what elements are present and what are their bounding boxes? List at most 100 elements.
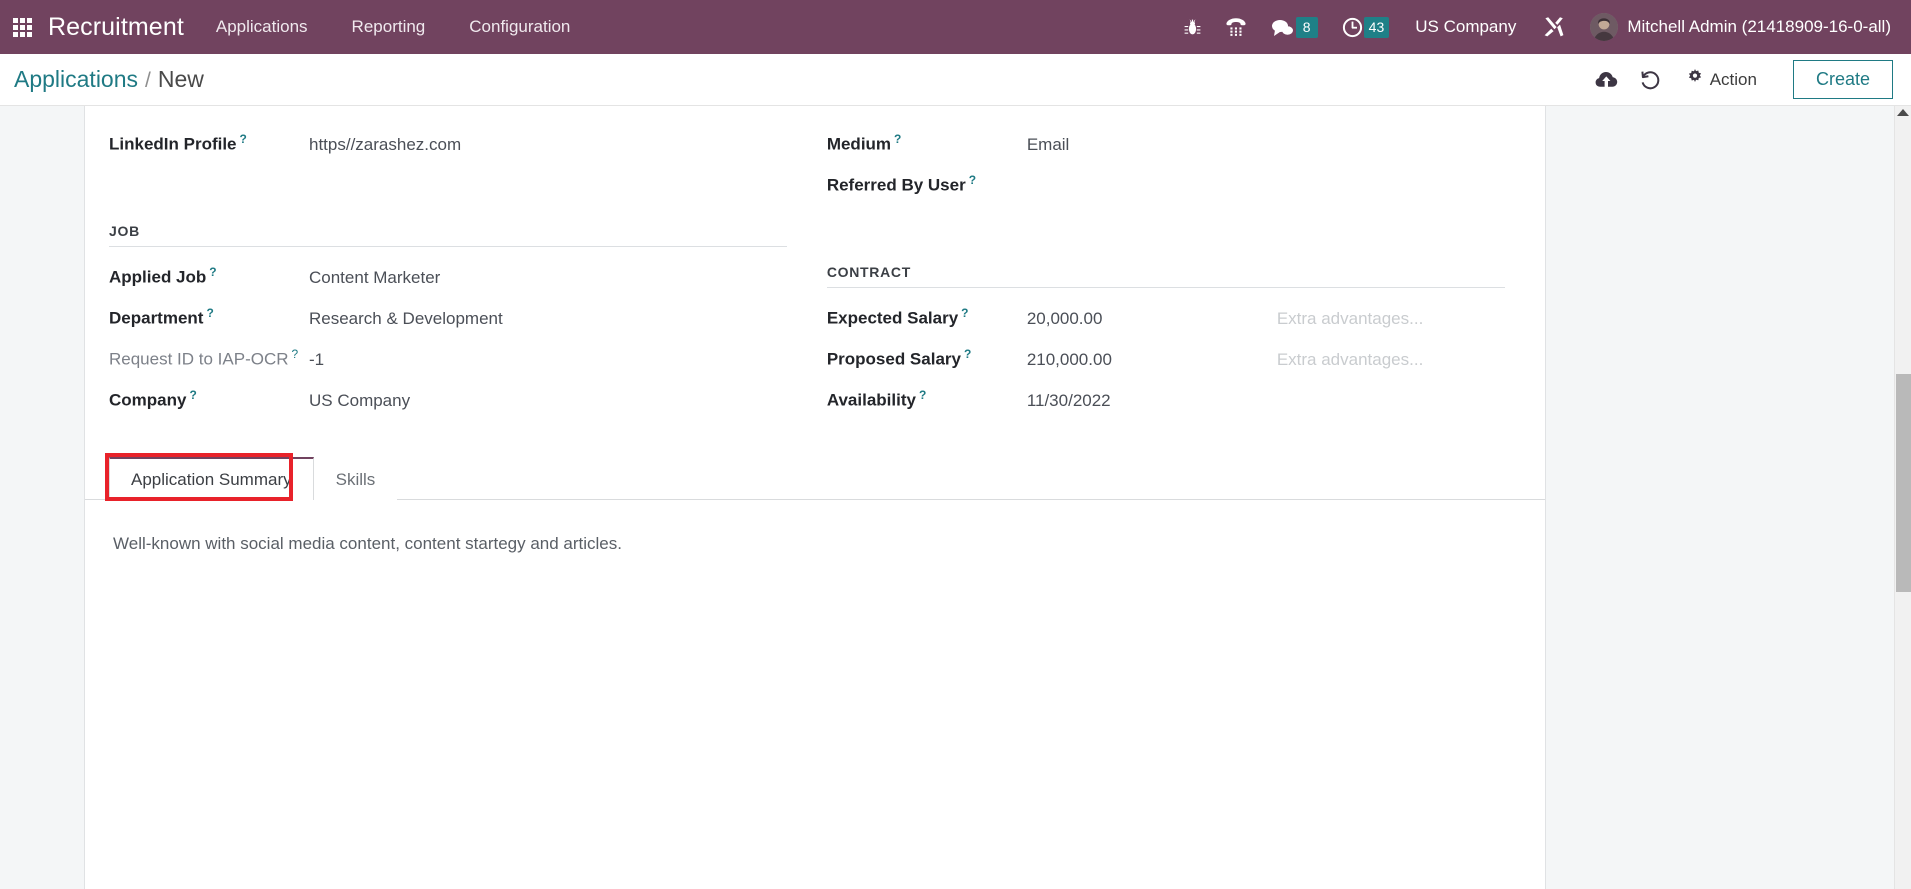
field-value-expected-salary[interactable]: 20,000.00 (1027, 309, 1277, 329)
scroll-up-arrow-icon[interactable] (1897, 109, 1909, 116)
right-column-spacer (827, 210, 1505, 264)
tools-wrench-icon[interactable] (1530, 0, 1578, 54)
activities-badge-count: 43 (1363, 16, 1390, 38)
create-button[interactable]: Create (1792, 60, 1893, 99)
messages-badge-count: 8 (1295, 16, 1318, 38)
label-text: Proposed Salary (826, 349, 961, 369)
apps-grid-glyph (12, 17, 32, 37)
breadcrumb-item-new: New (157, 66, 204, 92)
user-menu[interactable]: Mitchell Admin (21418909-16-0-all) (1578, 0, 1897, 54)
label-text: Request ID to IAP-OCR (109, 349, 289, 369)
field-value-linkedin-profile[interactable]: https//zarashez.com (309, 135, 787, 155)
help-icon[interactable]: ? (292, 347, 299, 361)
field-label-referred-by-user: Referred By User? (827, 173, 1027, 196)
tab-pane-application-summary[interactable]: Well-known with social media content, co… (85, 500, 1545, 750)
navbar-right-tools: 8 43 US Company Mitchell Admin (21418909… (1172, 0, 1897, 54)
phone-icon[interactable] (1213, 0, 1259, 54)
undo-discard-icon[interactable] (1631, 62, 1671, 98)
help-icon[interactable]: ? (969, 173, 976, 187)
label-text: LinkedIn Profile (109, 134, 237, 154)
field-applied-job[interactable]: Applied Job? Content Marketer (109, 261, 787, 302)
application-form-sheet: LinkedIn Profile? https//zarashez.com JO… (85, 106, 1546, 889)
menu-item-applications[interactable]: Applications (194, 0, 330, 54)
control-panel-actions: Action Create (1587, 60, 1893, 99)
field-label-applied-job: Applied Job? (109, 265, 309, 288)
vertical-scroll-thumb[interactable] (1896, 374, 1911, 592)
tab-skills[interactable]: Skills (313, 458, 398, 500)
help-icon[interactable]: ? (961, 306, 968, 320)
field-department[interactable]: Department? Research & Development (109, 302, 787, 343)
left-column-spacer (109, 169, 787, 223)
field-linkedin-profile[interactable]: LinkedIn Profile? https//zarashez.com (109, 128, 787, 169)
help-icon[interactable]: ? (206, 306, 213, 320)
field-label-medium: Medium? (827, 132, 1027, 155)
messages-icon[interactable]: 8 (1259, 0, 1330, 54)
field-label-department: Department? (109, 306, 309, 329)
field-referred-by-user[interactable]: Referred By User? (827, 169, 1505, 210)
field-label-expected-salary: Expected Salary? (827, 306, 1027, 329)
avatar (1590, 13, 1619, 41)
top-navbar: Recruitment Applications Reporting Confi… (0, 0, 1911, 54)
control-panel: Applications / New Action Create (0, 54, 1911, 106)
action-button-label: Action (1709, 69, 1757, 89)
company-switcher[interactable]: US Company (1401, 0, 1530, 54)
form-left-column: LinkedIn Profile? https//zarashez.com JO… (109, 128, 787, 425)
field-label-company: Company? (109, 388, 309, 411)
help-icon[interactable]: ? (209, 265, 216, 279)
label-text: Applied Job (109, 267, 207, 287)
bug-icon[interactable] (1172, 0, 1213, 54)
label-text: Company (109, 390, 187, 410)
help-icon[interactable]: ? (240, 132, 247, 146)
form-body: LinkedIn Profile? https//zarashez.com JO… (85, 106, 1545, 425)
tab-application-summary[interactable]: Application Summary (109, 457, 314, 500)
help-icon[interactable]: ? (189, 388, 196, 402)
main-menu: Applications Reporting Configuration (194, 0, 593, 54)
vertical-scrollbar[interactable] (1894, 106, 1911, 889)
breadcrumb-item-applications[interactable]: Applications (14, 66, 138, 93)
field-expected-salary[interactable]: Expected Salary? 20,000.00 Extra advanta… (827, 302, 1505, 343)
label-text: Expected Salary (826, 308, 959, 328)
label-text: Referred By User (826, 175, 966, 195)
field-extra-advantages-proposed[interactable]: Extra advantages... (1277, 350, 1505, 370)
field-proposed-salary[interactable]: Proposed Salary? 210,000.00 Extra advant… (827, 343, 1505, 384)
menu-item-configuration[interactable]: Configuration (447, 0, 592, 54)
field-medium[interactable]: Medium? Email (827, 128, 1505, 169)
cloud-upload-icon[interactable] (1587, 62, 1627, 98)
field-availability[interactable]: Availability? 11/30/2022 (827, 384, 1505, 425)
field-request-id-iap-ocr: Request ID to IAP-OCR? -1 (109, 343, 787, 384)
field-extra-advantages-expected[interactable]: Extra advantages... (1277, 309, 1505, 329)
help-icon[interactable]: ? (894, 132, 901, 146)
breadcrumb-separator: / (145, 69, 151, 92)
activities-clock-icon[interactable]: 43 (1330, 0, 1402, 54)
field-value-department[interactable]: Research & Development (309, 309, 787, 329)
content-area: LinkedIn Profile? https//zarashez.com JO… (0, 106, 1911, 889)
label-text: Availability (826, 390, 916, 410)
field-label-linkedin-profile: LinkedIn Profile? (109, 132, 309, 155)
notebook-tabs: Application Summary Skills (85, 453, 1545, 501)
field-value-proposed-salary[interactable]: 210,000.00 (1027, 350, 1277, 370)
field-label-request-id-iap-ocr: Request ID to IAP-OCR? (109, 347, 309, 370)
menu-item-reporting[interactable]: Reporting (330, 0, 448, 54)
action-button[interactable]: Action (1675, 62, 1773, 97)
group-title-job: JOB (109, 223, 787, 247)
field-label-proposed-salary: Proposed Salary? (827, 347, 1027, 370)
field-value-applied-job[interactable]: Content Marketer (309, 268, 787, 288)
group-title-contract: CONTRACT (826, 264, 1505, 288)
sheet-left-gutter (0, 106, 85, 889)
field-value-medium[interactable]: Email (1027, 135, 1505, 155)
notebook: Application Summary Skills Well-known wi… (85, 453, 1545, 750)
apps-grid-icon[interactable] (0, 0, 44, 54)
sheet-right-gutter (1545, 106, 1911, 889)
field-value-company[interactable]: US Company (309, 391, 787, 411)
field-value-request-id-iap-ocr: -1 (309, 349, 325, 369)
help-icon[interactable]: ? (919, 388, 926, 402)
label-text: Medium (826, 134, 892, 154)
field-company[interactable]: Company? US Company (109, 384, 787, 425)
gear-icon (1687, 69, 1703, 90)
field-label-availability: Availability? (827, 388, 1027, 411)
app-brand-recruitment[interactable]: Recruitment (44, 13, 194, 42)
field-value-availability[interactable]: 11/30/2022 (1027, 391, 1277, 411)
help-icon[interactable]: ? (964, 347, 971, 361)
label-text: Department (109, 308, 204, 328)
breadcrumb: Applications / New (14, 66, 204, 93)
